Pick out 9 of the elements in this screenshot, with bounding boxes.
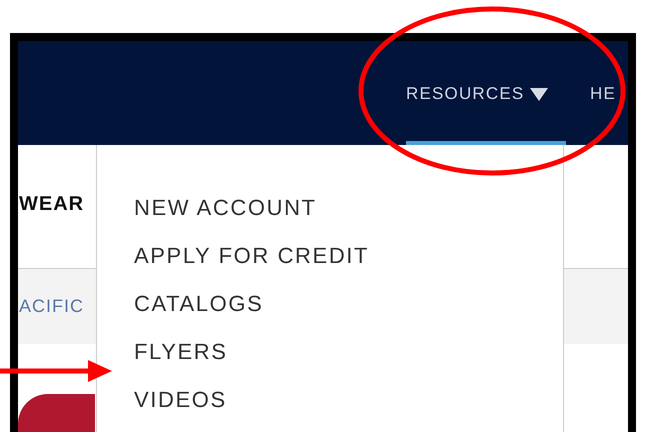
menu-item[interactable]: NEW ACCOUNT xyxy=(134,195,563,221)
menu-item[interactable]: VIDEOS xyxy=(134,387,563,413)
menu-item[interactable]: CATALOGS xyxy=(134,291,563,317)
category-label[interactable]: WEAR xyxy=(19,193,84,220)
nav-link[interactable]: HE xyxy=(586,73,620,145)
menu-item[interactable]: FLYERS xyxy=(134,339,563,365)
caret-icon xyxy=(530,88,548,100)
menu-item[interactable]: APPLY FOR CREDIT xyxy=(134,243,563,269)
sub-nav-link[interactable]: ACIFIC xyxy=(19,296,84,317)
